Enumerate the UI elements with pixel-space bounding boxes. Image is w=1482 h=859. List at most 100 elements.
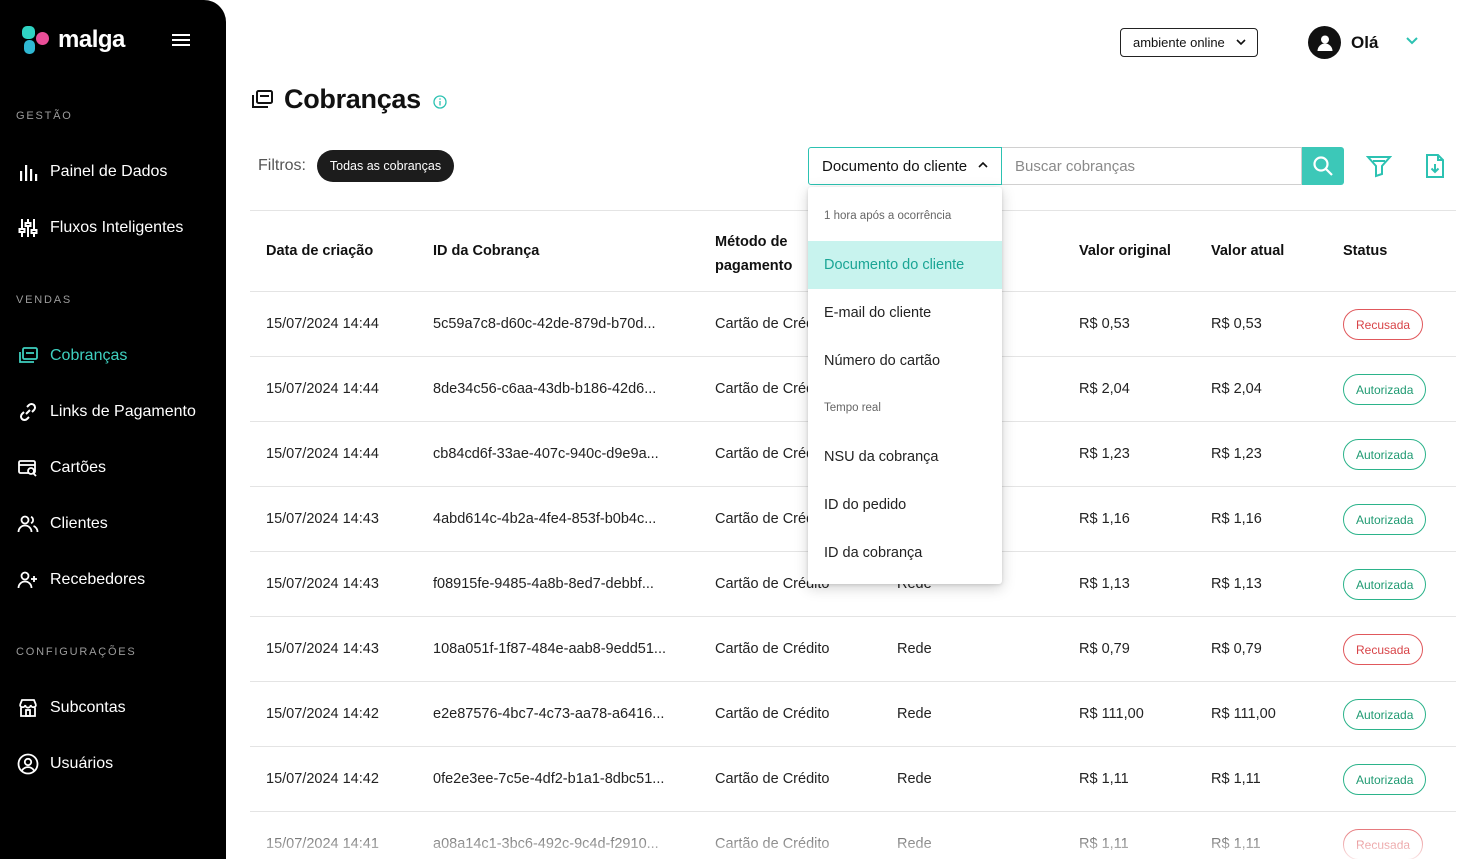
cell-date: 15/07/2024 14:43: [266, 511, 379, 527]
environment-select[interactable]: ambiente online: [1120, 28, 1258, 57]
cell-date: 15/07/2024 14:41: [266, 836, 379, 852]
user-circle-icon: [16, 752, 40, 776]
filter-button[interactable]: [1365, 154, 1393, 180]
dropdown-option-nsu[interactable]: NSU da cobrança: [808, 433, 1002, 481]
filters-label: Filtros:: [258, 157, 306, 174]
dropdown-option-documento[interactable]: Documento do cliente: [808, 241, 1002, 289]
sidebar-item-label: Cartões: [50, 459, 107, 476]
table-row[interactable]: 15/07/2024 14:42 0fe2e3ee-7c5e-4df2-b1a1-…: [250, 746, 1456, 811]
info-icon[interactable]: [433, 94, 447, 109]
page-title: Cobranças: [284, 84, 421, 114]
brand-name: malga: [58, 26, 125, 53]
status-badge: Recusada: [1343, 829, 1424, 859]
sliders-icon: [16, 216, 40, 240]
avatar[interactable]: [1308, 26, 1341, 59]
column-header-current-value[interactable]: Valor atual: [1211, 243, 1284, 259]
table-row[interactable]: 15/07/2024 14:43 108a051f-1f87-484e-aab8-…: [250, 616, 1456, 681]
status-badge: Autorizada: [1343, 439, 1427, 470]
cell-original-value: R$ 2,04: [1079, 381, 1130, 397]
status-badge: Recusada: [1343, 309, 1424, 340]
status-badge: Autorizada: [1343, 504, 1427, 535]
section-label-configuracoes: CONFIGURAÇÕES: [16, 646, 137, 658]
link-icon: [16, 400, 40, 424]
sidebar-item-label: Subcontas: [50, 699, 126, 716]
column-header-method[interactable]: Método de pagamento: [715, 230, 805, 278]
sidebar-item-recebedores[interactable]: Recebedores: [16, 562, 216, 598]
cell-payment-method: Cartão de Crédito: [715, 706, 830, 722]
chevron-up-icon: [978, 161, 988, 168]
column-header-date[interactable]: Data de criação: [266, 243, 373, 259]
dropdown-group-label: Tempo real: [824, 402, 881, 414]
dropdown-option-order-id[interactable]: ID do pedido: [808, 481, 1002, 529]
environment-value: ambiente online: [1133, 35, 1225, 50]
cell-date: 15/07/2024 14:44: [266, 381, 379, 397]
user-greeting: Olá: [1351, 32, 1379, 52]
user-menu-toggle[interactable]: [1404, 34, 1420, 53]
column-header-id[interactable]: ID da Cobrança: [433, 243, 539, 259]
sidebar-item-links-de-pagamento[interactable]: Links de Pagamento: [16, 394, 216, 430]
status-badge: Autorizada: [1343, 569, 1427, 600]
cell-current-value: R$ 111,00: [1211, 706, 1276, 722]
cell-original-value: R$ 1,11: [1079, 771, 1129, 787]
funnel-icon: [1365, 156, 1393, 178]
sidebar-item-fluxos-inteligentes[interactable]: Fluxos Inteligentes: [16, 210, 216, 246]
user-plus-icon: [16, 568, 40, 592]
sidebar: malga GESTÃO Painel de Dados Fluxos Inte…: [0, 0, 226, 859]
column-header-original-value[interactable]: Valor original: [1079, 243, 1171, 259]
sidebar-item-painel-de-dados[interactable]: Painel de Dados: [16, 154, 216, 190]
cell-original-value: R$ 1,11: [1079, 836, 1129, 852]
column-header-status[interactable]: Status: [1343, 243, 1387, 259]
user-menu[interactable]: Olá: [1308, 26, 1378, 59]
cell-charge-id: e2e87576-4bc7-4c73-aa78-a6416...: [433, 706, 665, 722]
hamburger-icon: [172, 34, 190, 46]
cell-original-value: R$ 1,23: [1079, 446, 1130, 462]
cell-date: 15/07/2024 14:43: [266, 641, 379, 657]
cell-provider: Rede: [897, 641, 932, 657]
cell-charge-id: cb84cd6f-33ae-407c-940c-d9e9a...: [433, 446, 659, 462]
sidebar-item-clientes[interactable]: Clientes: [16, 506, 216, 542]
sidebar-item-label: Cobranças: [50, 347, 128, 364]
chevron-down-icon: [1236, 39, 1246, 46]
cell-payment-method: Cartão de Crédito: [715, 836, 830, 852]
cell-charge-id: 5c59a7c8-d60c-42de-879d-b70d...: [433, 316, 656, 332]
cell-charge-id: 0fe2e3ee-7c5e-4df2-b1a1-8dbc51...: [433, 771, 665, 787]
chevron-down-icon: [1406, 37, 1418, 45]
cell-date: 15/07/2024 14:42: [266, 771, 379, 787]
user-icon: [1317, 35, 1332, 51]
store-icon: [16, 696, 40, 720]
status-badge: Recusada: [1343, 634, 1424, 665]
export-button[interactable]: [1424, 153, 1448, 179]
search-type-select[interactable]: Documento do cliente: [808, 147, 1002, 185]
cell-current-value: R$ 1,11: [1211, 836, 1261, 852]
app-window: malga GESTÃO Painel de Dados Fluxos Inte…: [0, 0, 1482, 859]
dropdown-option-card-number[interactable]: Número do cartão: [808, 337, 1002, 385]
cell-original-value: R$ 111,00: [1079, 706, 1144, 722]
charges-icon: [16, 344, 40, 368]
search-input[interactable]: [1002, 147, 1302, 185]
bar-chart-icon: [16, 160, 40, 184]
sidebar-item-usuarios[interactable]: Usuários: [16, 746, 216, 782]
sidebar-item-label: Clientes: [50, 515, 108, 532]
charges-icon: [252, 89, 273, 108]
sidebar-item-subcontas[interactable]: Subcontas: [16, 690, 216, 726]
cell-date: 15/07/2024 14:42: [266, 706, 379, 722]
sidebar-item-label: Painel de Dados: [50, 163, 168, 180]
cell-provider: Rede: [897, 771, 932, 787]
dropdown-option-charge-id[interactable]: ID da cobrança: [808, 529, 1002, 577]
sidebar-item-cobrancas[interactable]: Cobranças: [16, 338, 216, 374]
malga-logo-icon: [22, 26, 50, 54]
search-button[interactable]: [1302, 147, 1344, 185]
table-row[interactable]: 15/07/2024 14:41 a08a14c1-3bc6-492c-9c4d-…: [250, 811, 1456, 859]
search-type-value: Documento do cliente: [822, 157, 968, 175]
cell-current-value: R$ 1,11: [1211, 771, 1261, 787]
menu-toggle-button[interactable]: [170, 30, 194, 50]
cell-current-value: R$ 0,79: [1211, 641, 1262, 657]
sidebar-item-label: Usuários: [50, 755, 114, 772]
table-row[interactable]: 15/07/2024 14:42 e2e87576-4bc7-4c73-aa78-…: [250, 681, 1456, 746]
dropdown-option-email[interactable]: E-mail do cliente: [808, 289, 1002, 337]
filter-chip-all-charges[interactable]: Todas as cobranças: [317, 150, 454, 182]
sidebar-item-cartoes[interactable]: Cartões: [16, 450, 216, 486]
cell-charge-id: 4abd614c-4b2a-4fe4-853f-b0b4c...: [433, 511, 657, 527]
brand-logo[interactable]: malga: [22, 26, 125, 54]
sidebar-item-label: Links de Pagamento: [50, 403, 196, 420]
